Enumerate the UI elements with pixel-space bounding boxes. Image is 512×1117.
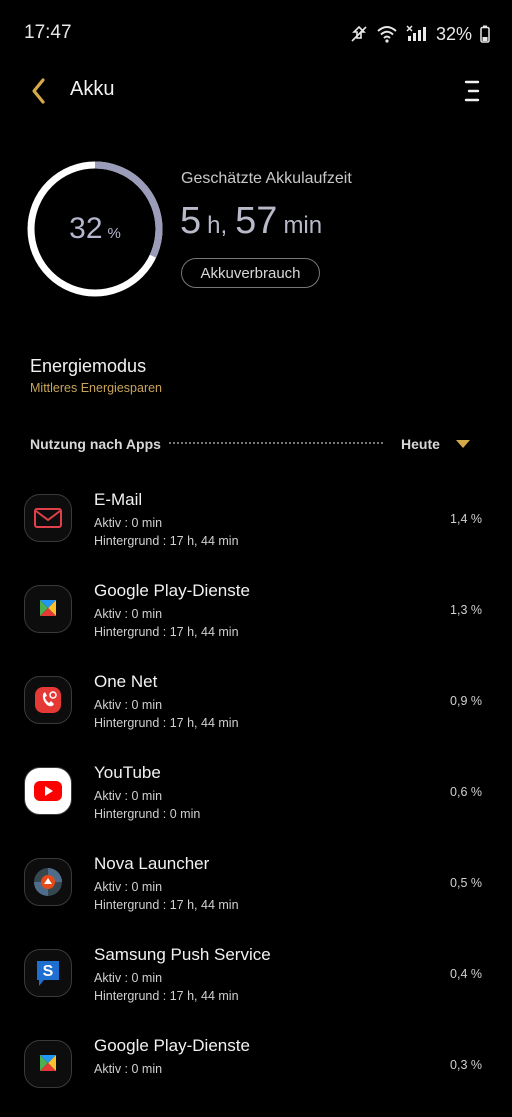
app-background-time: Hintergrund : 17 h, 44 min xyxy=(94,625,239,639)
app-row-samsung-push-service[interactable]: S Samsung Push Service Aktiv : 0 min Hin… xyxy=(0,935,512,1026)
dropdown-triangle-icon xyxy=(455,440,470,448)
app-name: Nova Launcher xyxy=(94,854,210,873)
app-active-time: Aktiv : 0 min xyxy=(94,789,163,803)
app-row-google-play-services[interactable]: Google Play-Dienste Aktiv : 0 min Hinter… xyxy=(0,571,512,662)
back-button[interactable] xyxy=(28,76,52,106)
usage-by-apps-label: Nutzung nach Apps xyxy=(30,436,161,452)
app-usage-percent: 0,6 % xyxy=(450,785,482,799)
svg-text:S: S xyxy=(43,963,54,980)
app-usage-percent: 0,3 % xyxy=(450,1058,482,1072)
page-title: Akku xyxy=(70,78,115,100)
energy-mode-title: Energiemodus xyxy=(30,356,147,376)
app-name: E-Mail xyxy=(94,490,143,509)
samsung-push-icon: S xyxy=(24,949,72,997)
app-active-time: Aktiv : 0 min xyxy=(94,607,163,621)
youtube-icon xyxy=(24,767,72,815)
email-icon xyxy=(24,494,72,542)
battery-icon xyxy=(480,25,490,43)
status-icons: 32% xyxy=(350,22,490,46)
menu-icon xyxy=(464,80,480,102)
app-active-time: Aktiv : 0 min xyxy=(94,1062,163,1076)
app-background-time: Hintergrund : 0 min xyxy=(94,807,201,821)
battery-percent-text: 32% xyxy=(435,23,472,44)
period-dropdown[interactable]: Heute xyxy=(401,436,470,452)
app-name: One Net xyxy=(94,672,158,691)
app-row-nova-launcher[interactable]: Nova Launcher Aktiv : 0 min Hintergrund … xyxy=(0,844,512,935)
battery-percent-value: 32 xyxy=(69,212,103,245)
app-row-email[interactable]: E-Mail Aktiv : 0 min Hintergrund : 17 h,… xyxy=(0,480,512,571)
app-active-time: Aktiv : 0 min xyxy=(94,880,163,894)
estimated-hours: 5 xyxy=(180,200,202,242)
app-usage-percent: 1,3 % xyxy=(450,603,482,617)
estimated-time-label: Geschätzte Akkulaufzeit xyxy=(181,170,352,187)
status-time: 17:47 xyxy=(24,22,72,43)
app-background-time: Hintergrund : 17 h, 44 min xyxy=(94,898,239,912)
battery-percent-unit: % xyxy=(107,224,121,242)
app-active-time: Aktiv : 0 min xyxy=(94,971,163,985)
app-row-youtube[interactable]: YouTube Aktiv : 0 min Hintergrund : 0 mi… xyxy=(0,753,512,844)
signal-icon xyxy=(406,25,428,43)
app-usage-percent: 0,4 % xyxy=(450,967,482,981)
estimated-minutes-unit: min xyxy=(283,212,323,239)
app-background-time: Hintergrund : 17 h, 44 min xyxy=(94,534,239,548)
app-usage-percent: 0,9 % xyxy=(450,694,482,708)
app-name: Google Play-Dienste xyxy=(94,1036,250,1055)
battery-usage-button[interactable]: Akkuverbrauch xyxy=(181,258,320,288)
notification-off-icon xyxy=(350,25,368,43)
google-play-services-icon xyxy=(24,1040,72,1088)
app-row-one-net[interactable]: One Net Aktiv : 0 min Hintergrund : 17 h… xyxy=(0,662,512,753)
nova-launcher-icon xyxy=(24,858,72,906)
app-row-google-play-services-2[interactable]: Google Play-Dienste Aktiv : 0 min 0,3 % xyxy=(0,1026,512,1117)
battery-percent: 32 % xyxy=(26,160,164,298)
app-name: Google Play-Dienste xyxy=(94,581,250,600)
app-active-time: Aktiv : 0 min xyxy=(94,516,163,530)
app-active-time: Aktiv : 0 min xyxy=(94,698,163,712)
app-background-time: Hintergrund : 17 h, 44 min xyxy=(94,989,239,1003)
more-options-button[interactable] xyxy=(460,78,484,104)
energy-mode-setting[interactable]: Energiemodus Mittleres Energiesparen xyxy=(30,356,162,395)
wifi-icon xyxy=(376,25,398,43)
app-usage-percent: 0,5 % xyxy=(450,876,482,890)
estimated-time-value: 5 h, 57 min xyxy=(180,200,322,243)
chevron-left-icon xyxy=(32,78,45,104)
period-value: Heute xyxy=(401,436,440,452)
google-play-services-icon xyxy=(24,585,72,633)
app-background-time: Hintergrund : 17 h, 44 min xyxy=(94,716,239,730)
app-name: YouTube xyxy=(94,763,161,782)
app-name: Samsung Push Service xyxy=(94,945,271,964)
app-usage-percent: 1,4 % xyxy=(450,512,482,526)
one-net-icon xyxy=(24,676,72,724)
energy-mode-value: Mittleres Energiesparen xyxy=(30,381,163,395)
estimated-hours-unit: h, xyxy=(207,212,228,239)
dotted-divider xyxy=(169,442,383,444)
estimated-minutes: 57 xyxy=(235,200,278,242)
